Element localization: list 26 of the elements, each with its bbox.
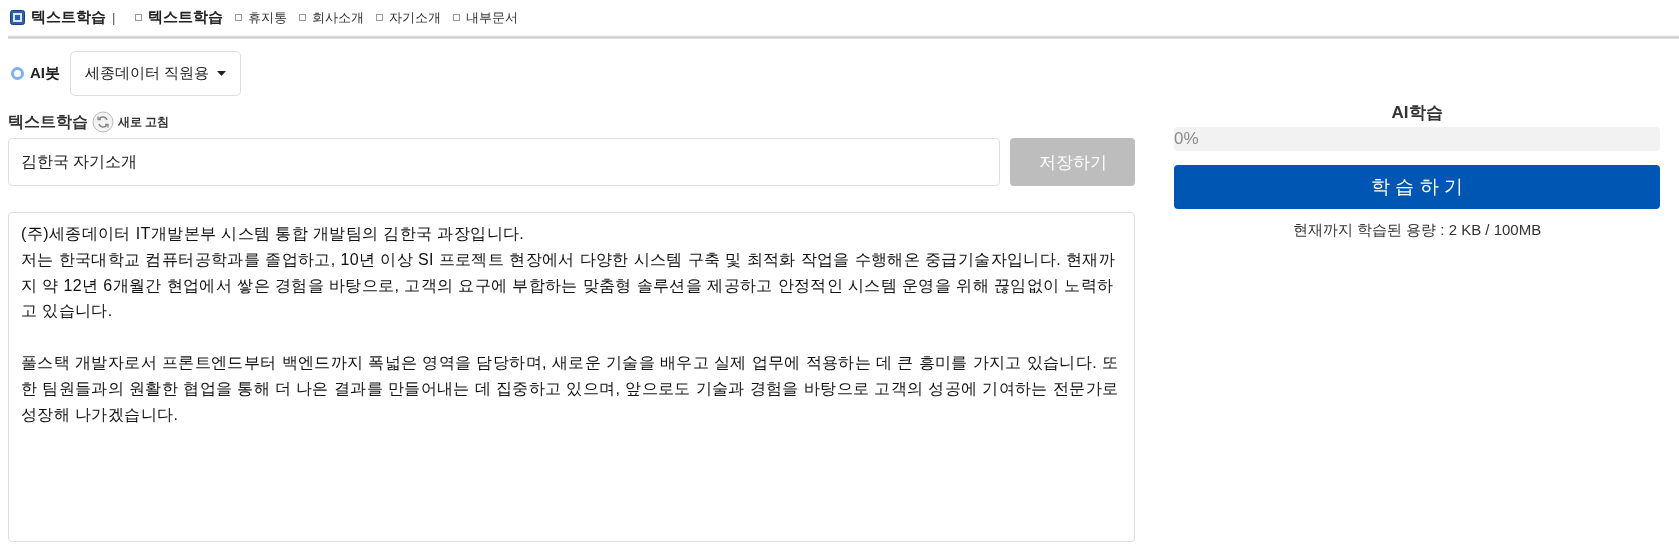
refresh-link[interactable]: 새로 고침 — [118, 113, 170, 131]
bot-dropdown[interactable]: 세종데이터 직원용 — [70, 51, 242, 96]
bullet-icon — [299, 14, 307, 21]
train-button[interactable]: 학 습 하 기 — [1174, 165, 1660, 209]
panel-heading: AI학습 — [1390, 102, 1444, 124]
usage-text: 현재까지 학습된 용량 : 2 KB / 100MB — [1291, 221, 1543, 240]
nav-link[interactable]: 회사소개 — [312, 8, 365, 27]
nav-link[interactable]: 텍스트학습 — [148, 8, 224, 27]
page-title: 텍스트학습 — [31, 8, 106, 27]
caret-icon — [217, 71, 227, 76]
refresh-icon[interactable] — [92, 111, 114, 133]
radio-icon — [11, 67, 24, 80]
bot-label: AI봇 — [30, 64, 60, 83]
bullet-icon — [135, 14, 143, 21]
bullet-icon — [235, 14, 243, 21]
bullet-icon — [376, 14, 384, 21]
progress-reading: 0% — [1174, 129, 1199, 149]
nav-link[interactable]: 휴지통 — [248, 8, 288, 27]
app-icon — [10, 10, 25, 25]
section-heading: 텍스트학습 — [8, 111, 88, 132]
text-area[interactable]: (주)세종데이터 IT개발본부 시스템 통합 개발팀의 김한국 과장입니다. 저는 한국대학교 컴퓨터공학과를 졸업하고, 10년 이상 SI 프로젝트 현장에서 다양한 시스템 구축 및 최적화 작업을 수행해온 중급기술자입니다. 현재까지 약 12년 6개월간 현업에서 쌓은 경험을 바탕으로, 고객의 요구에 부합하는 맞춤형 솔루션을 제공하고 안정적인 시스템 운영을 위해 끊임없이 노력하고 있습니다. 풀스택 개발자로서 프론트엔드부터 백엔드까지 폭넓은 영역을 담당하며, 새로운 기술을 배우고 실제 업무에 적용하는 데 큰 흥미를 가지고 있습니다. 또한 팀원들과의 원활한 협업을 통해 더 나은 결과를 만들어내는 데 집중하고 있으며, 앞으로도 기술과 경험을 바탕으로 고객의 성공에 기여하는 전문가로 성장해 나가겠습니다. — [8, 212, 1135, 542]
title-field[interactable]: 김한국 자기소개 — [8, 138, 1000, 186]
title-separator: | — [112, 10, 116, 25]
nav-link[interactable]: 자기소개 — [389, 8, 442, 27]
nav-link[interactable]: 내부문서 — [466, 8, 519, 27]
bullet-icon — [453, 14, 461, 21]
